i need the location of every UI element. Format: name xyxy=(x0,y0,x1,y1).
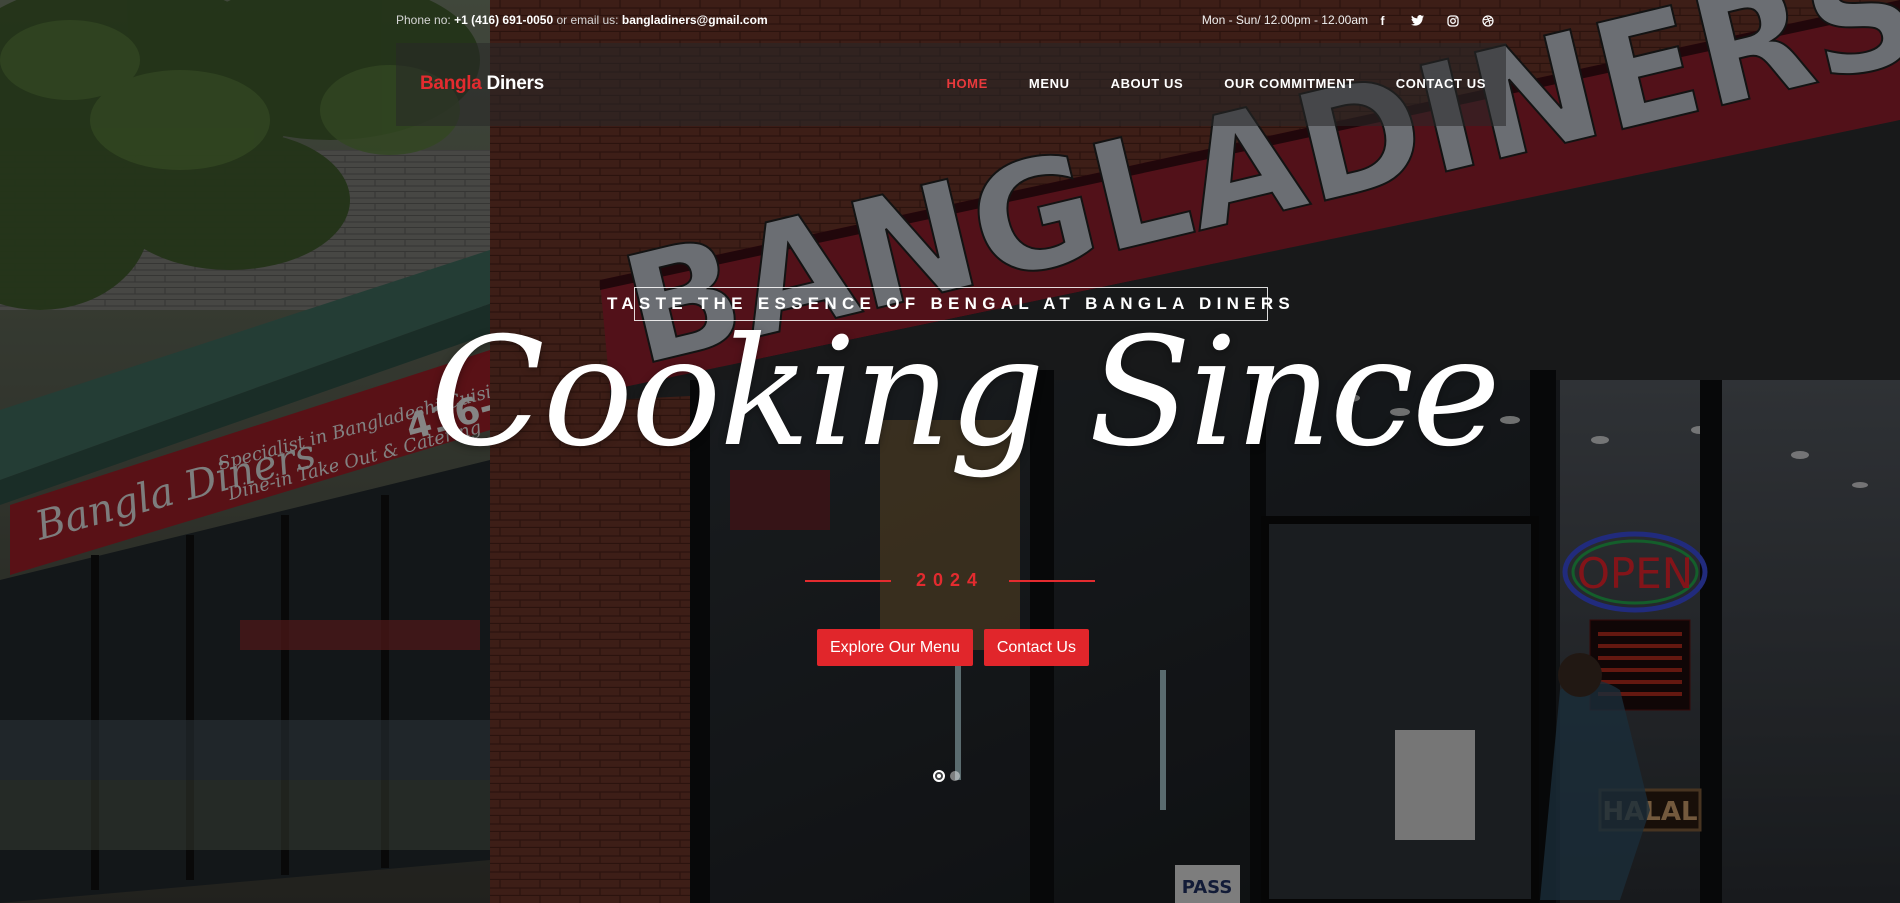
nav-links: HOME MENU ABOUT US OUR COMMITMENT CONTAC… xyxy=(946,76,1486,91)
slider-dot-1[interactable] xyxy=(933,770,945,782)
email-address[interactable]: bangladiners@gmail.com xyxy=(622,13,768,27)
instagram-icon[interactable] xyxy=(1444,12,1461,29)
phone-number[interactable]: +1 (416) 691-0050 xyxy=(454,13,553,27)
nav-item-contact-us[interactable]: CONTACT US xyxy=(1396,76,1486,91)
or-text: or xyxy=(556,13,568,27)
contact-info: Phone no: +1 (416) 691-0050 or email us:… xyxy=(396,13,768,27)
top-info-bar: Phone no: +1 (416) 691-0050 or email us:… xyxy=(396,12,1496,30)
brand-name-part1: Bangla xyxy=(420,73,482,94)
nav-item-about-us[interactable]: ABOUT US xyxy=(1111,76,1184,91)
year-divider-right xyxy=(1009,580,1095,582)
opening-hours: Mon - Sun/ 12.00pm - 12.00am xyxy=(1201,13,1368,27)
email-label: email us: xyxy=(570,13,619,27)
social-links: f xyxy=(1374,12,1496,29)
twitter-icon[interactable] xyxy=(1409,12,1426,29)
dribbble-icon[interactable] xyxy=(1479,12,1496,29)
explore-menu-button[interactable]: Explore Our Menu xyxy=(817,629,973,666)
contact-us-button[interactable]: Contact Us xyxy=(983,629,1089,666)
main-navbar: Bangla Diners HOME MENU ABOUT US OUR COM… xyxy=(396,43,1506,126)
facebook-icon[interactable]: f xyxy=(1374,12,1391,29)
phone-label: Phone no: xyxy=(396,13,451,27)
nav-item-our-commitment[interactable]: OUR COMMITMENT xyxy=(1224,76,1354,91)
brand-logo[interactable]: Bangla Diners xyxy=(420,73,544,95)
nav-item-menu[interactable]: MENU xyxy=(1029,76,1070,91)
slider-dot-2[interactable] xyxy=(950,771,960,781)
hero-year-row: 2024 xyxy=(805,568,1095,594)
brand-name-part2: Diners xyxy=(486,73,545,94)
hero-buttons: Explore Our Menu Contact Us xyxy=(817,629,1089,666)
hero-title: Cooking Since xyxy=(430,306,1501,480)
nav-item-home[interactable]: HOME xyxy=(946,76,987,91)
slider-pagination xyxy=(933,770,960,782)
